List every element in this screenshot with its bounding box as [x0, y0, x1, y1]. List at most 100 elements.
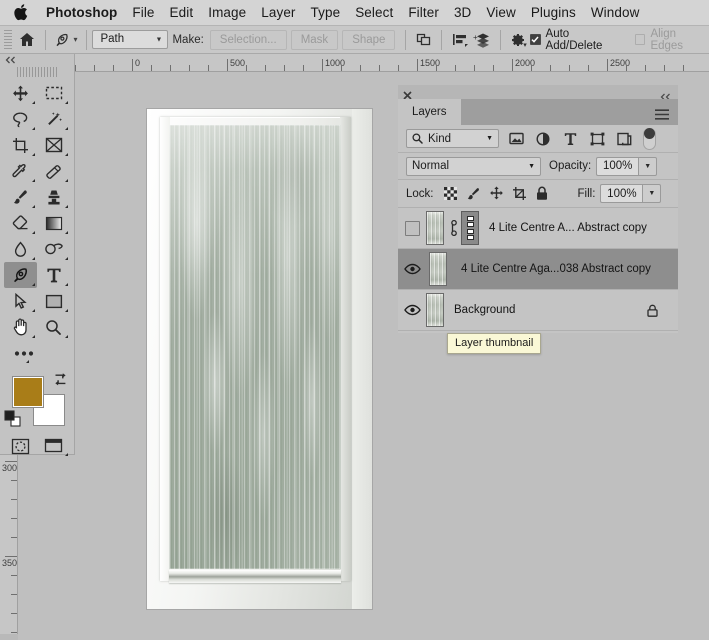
foreground-color-swatch[interactable] [12, 376, 44, 408]
layer-name[interactable]: 4 Lite Centre A... Abstract copy [489, 222, 647, 234]
filter-pixel-icon[interactable] [506, 129, 526, 149]
path-alignment-icon[interactable] [448, 28, 471, 52]
apple-logo-icon[interactable] [14, 2, 30, 22]
tool-flyout-indicator [26, 360, 29, 363]
layer-name[interactable]: Background [454, 304, 515, 316]
document-image[interactable] [147, 109, 372, 609]
swap-arrows-icon[interactable] [53, 372, 68, 387]
crop-tool[interactable] [4, 132, 37, 158]
brush-tool[interactable] [4, 184, 37, 210]
fill-stepper[interactable]: ▼ [642, 184, 662, 203]
path-selection-tool[interactable] [4, 288, 37, 314]
quick-mask-button[interactable] [4, 434, 37, 458]
home-icon[interactable] [16, 28, 39, 52]
rectangle-tool[interactable] [37, 288, 70, 314]
make-selection-button[interactable]: Selection... [209, 29, 287, 50]
chevron-down-icon: ▼ [486, 135, 493, 142]
layer-visibility-toggle[interactable] [398, 263, 426, 275]
move-tool[interactable] [4, 80, 37, 106]
eyedropper-tool[interactable] [4, 158, 37, 184]
layer-thumbnail-group[interactable] [429, 252, 447, 286]
tooltip-text: Layer thumbnail [455, 337, 534, 349]
align-edges-checkbox[interactable] [634, 34, 646, 45]
table-row[interactable]: 4 Lite Centre A... Abstract copy [398, 208, 678, 249]
quick-selection-tool[interactable] [37, 106, 70, 132]
layer-mask-thumbnail[interactable] [461, 211, 479, 245]
rectangular-marquee-icon [45, 86, 62, 100]
blur-tool[interactable] [4, 236, 37, 262]
path-mode-select[interactable]: Path ▼ [92, 30, 169, 49]
layer-thumbnail[interactable] [426, 211, 444, 245]
eye-icon [403, 263, 421, 275]
tool-flyout-indicator [65, 257, 68, 260]
gradient-tool[interactable] [37, 210, 70, 236]
layer-thumbnail[interactable] [426, 293, 444, 327]
blend-mode-select[interactable]: Normal ▼ [406, 156, 541, 176]
hand-tool[interactable] [4, 314, 37, 340]
layer-thumbnail-group[interactable] [426, 293, 444, 327]
default-colors-icon[interactable] [4, 410, 22, 428]
filter-type-icon[interactable] [560, 129, 580, 149]
menu-item-file[interactable]: File [132, 5, 154, 20]
lock-position-icon[interactable] [485, 183, 508, 205]
menu-item-view[interactable]: View [486, 5, 515, 20]
layer-visibility-toggle[interactable] [398, 220, 426, 236]
menu-item-photoshop[interactable]: Photoshop [46, 5, 117, 20]
auto-add-delete-checkbox[interactable] [529, 34, 541, 45]
tool-preset-picker[interactable]: ▾ [52, 31, 80, 48]
lock-all-icon[interactable] [531, 183, 554, 205]
layer-thumbnail-group[interactable] [426, 211, 479, 245]
filter-kind-select[interactable]: Kind ▼ [406, 129, 499, 148]
make-shape-button[interactable]: Shape [342, 29, 396, 50]
menu-item-edit[interactable]: Edit [170, 5, 194, 20]
menu-item-layer[interactable]: Layer [261, 5, 295, 20]
filter-smart-object-icon[interactable] [614, 129, 634, 149]
panel-menu-icon[interactable] [655, 107, 669, 125]
path-arrangement-icon[interactable]: + [471, 28, 494, 52]
tab-layers[interactable]: Layers [398, 99, 461, 125]
lock-image-pixels-icon[interactable] [462, 183, 485, 205]
layer-name[interactable]: 4 Lite Centre Aga...038 Abstract copy [461, 263, 651, 275]
tools-collapse-button[interactable] [0, 54, 74, 66]
filter-enable-toggle[interactable] [643, 127, 656, 150]
link-icon[interactable] [447, 220, 458, 236]
panel-title-bar[interactable] [398, 85, 678, 101]
layer-visibility-toggle[interactable] [398, 304, 426, 316]
lock-artboard-nesting-icon[interactable] [508, 183, 531, 205]
options-bar-grip[interactable] [4, 29, 12, 50]
type-tool[interactable] [37, 262, 70, 288]
frame-tool[interactable] [37, 132, 70, 158]
auto-add-delete-label[interactable]: Auto Add/Delete [546, 28, 625, 52]
path-operations-icon[interactable] [412, 28, 435, 52]
screen-mode-button[interactable] [37, 434, 70, 458]
table-row[interactable]: Background [398, 290, 678, 331]
lasso-tool[interactable] [4, 106, 37, 132]
clone-stamp-tool[interactable] [37, 184, 70, 210]
table-row[interactable]: 4 Lite Centre Aga...038 Abstract copy [398, 249, 678, 290]
menu-item-type[interactable]: Type [311, 5, 341, 20]
filter-adjustment-icon[interactable] [533, 129, 553, 149]
filter-shape-icon[interactable] [587, 129, 607, 149]
more-tools-button[interactable] [4, 340, 70, 366]
tools-panel-grip[interactable] [17, 67, 57, 77]
marquee-tool[interactable] [37, 80, 70, 106]
dodge-tool[interactable] [37, 236, 70, 262]
menu-item-window[interactable]: Window [591, 5, 640, 20]
make-mask-button[interactable]: Mask [290, 29, 339, 50]
menu-item-image[interactable]: Image [208, 5, 246, 20]
opacity-value[interactable]: 100% [596, 156, 639, 176]
zoom-tool[interactable] [37, 314, 70, 340]
eraser-tool[interactable] [4, 210, 37, 236]
menu-item-select[interactable]: Select [355, 5, 393, 20]
lock-transparent-pixels-icon[interactable] [439, 183, 462, 205]
pen-tool[interactable] [4, 262, 37, 288]
healing-brush-tool[interactable] [37, 158, 70, 184]
gear-icon[interactable]: ▾ [507, 28, 530, 52]
opacity-stepper[interactable]: ▼ [638, 156, 658, 176]
menu-item-3d[interactable]: 3D [454, 5, 471, 20]
fill-value[interactable]: 100% [600, 184, 643, 203]
menu-item-plugins[interactable]: Plugins [531, 5, 576, 20]
layer-thumbnail[interactable] [429, 252, 447, 286]
horizontal-ruler[interactable]: 500 0 500 1000 1500 2000 2 [18, 54, 709, 72]
menu-item-filter[interactable]: Filter [408, 5, 439, 20]
